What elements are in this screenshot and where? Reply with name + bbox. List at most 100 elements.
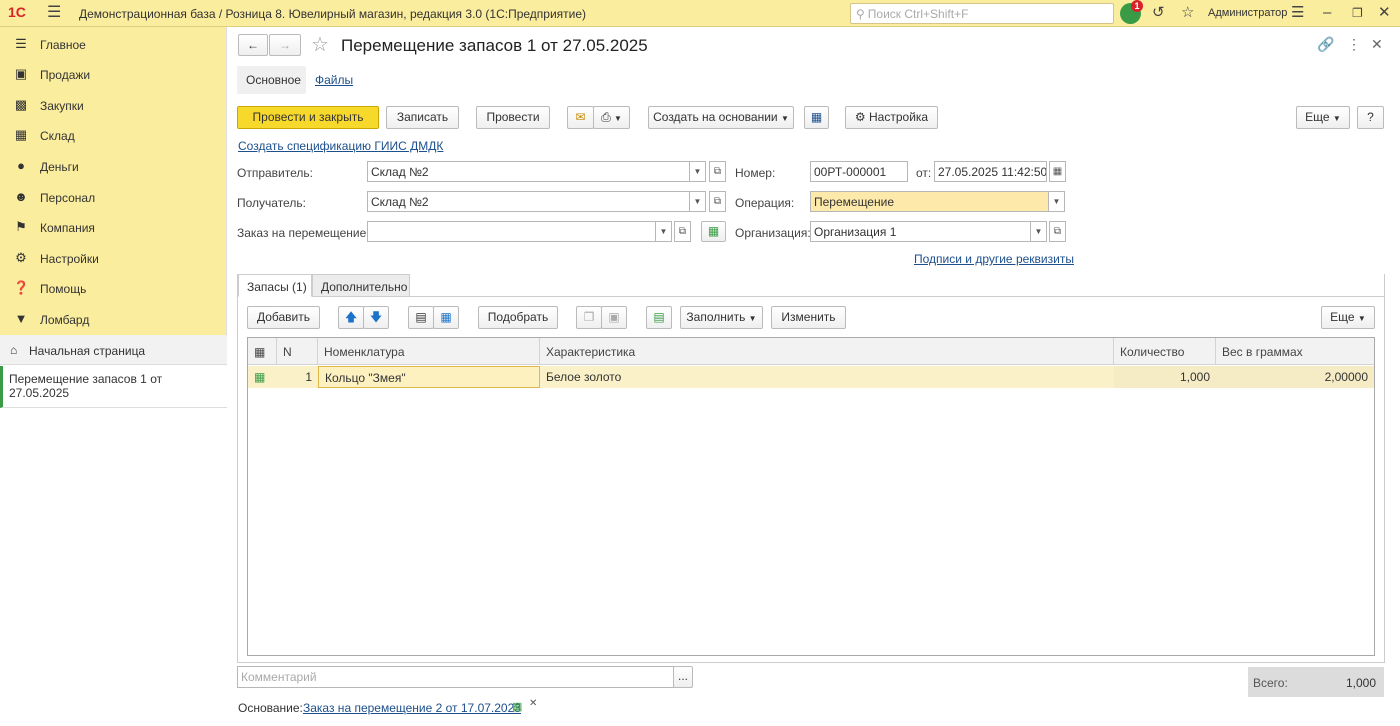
email-button[interactable]: ✉ [567, 106, 594, 129]
table-fill-icon-button[interactable]: ▤ [646, 306, 672, 329]
help-button[interactable]: ? [1357, 106, 1384, 129]
fill-button[interactable]: Заполнить ▼ [680, 306, 763, 329]
tab-inventory[interactable]: Запасы (1) [238, 274, 312, 297]
structure-button[interactable]: ▦ [804, 106, 829, 129]
sidebar-item-pawnshop[interactable]: ▼ Ломбард [0, 304, 227, 334]
comment-expand-button[interactable]: ... [673, 666, 693, 688]
sidebar-item-money[interactable]: ● Деньги [0, 151, 227, 181]
sidebar-item-settings[interactable]: ⚙ Настройки [0, 243, 227, 273]
column-header-characteristic[interactable]: Характеристика [540, 338, 1114, 365]
settings-label: Настройка [869, 110, 929, 124]
move-up-button[interactable]: 🡅 [338, 306, 364, 329]
tab-main[interactable]: Основное [237, 66, 306, 94]
sender-field[interactable]: Склад №2 [367, 161, 690, 182]
save-button[interactable]: Записать [386, 106, 459, 129]
tab-additional[interactable]: Дополнительно [312, 274, 410, 297]
sidebar-item-label: Настройки [40, 252, 99, 266]
copy-rows-button[interactable]: ❐ [576, 306, 602, 329]
table-more-label: Еще [1330, 310, 1355, 324]
organization-dropdown[interactable]: ▼ [1030, 221, 1047, 242]
app-logo: 1С [8, 4, 26, 20]
post-button[interactable]: Провести [476, 106, 550, 129]
number-field[interactable]: 00РТ-000001 [810, 161, 908, 182]
sidebar-item-purchases[interactable]: ▩ Закупки [0, 90, 227, 120]
main-menu-icon[interactable]: ☰ [47, 5, 61, 21]
operation-label: Операция: [735, 196, 795, 210]
search-input[interactable]: ⚲ Поиск Ctrl+Shift+F [850, 3, 1114, 24]
link-icon[interactable]: 🔗 [1317, 36, 1334, 53]
more-vertical-icon[interactable]: ⋮ [1347, 36, 1361, 53]
order-field[interactable] [367, 221, 656, 242]
organization-open-icon[interactable]: ⧉ [1049, 221, 1066, 242]
tsd-button[interactable]: ▦ [433, 306, 459, 329]
print-button[interactable]: ⎙ ▼ [593, 106, 630, 129]
receiver-dropdown[interactable]: ▼ [689, 191, 706, 212]
pick-button[interactable]: Подобрать [478, 306, 558, 329]
basis-open-icon[interactable]: ▦ [512, 700, 522, 713]
sender-dropdown[interactable]: ▼ [689, 161, 706, 182]
open-document-item[interactable]: Перемещение запасов 1 от 27.05.2025 [0, 366, 227, 408]
tab-files[interactable]: Файлы [315, 73, 353, 87]
fill-by-order-button[interactable]: ▦ [701, 221, 726, 242]
total-value: 1,000 [1345, 676, 1376, 690]
add-row-button[interactable]: Добавить [247, 306, 320, 329]
back-button[interactable]: ← [238, 34, 268, 56]
column-header-item[interactable]: Номенклатура [318, 338, 540, 365]
date-field[interactable]: 27.05.2025 11:42:50 [934, 161, 1047, 182]
row-qty-cell[interactable]: 1,000 [1114, 366, 1216, 388]
minimize-icon[interactable]: – [1323, 5, 1331, 21]
sidebar-item-warehouse[interactable]: ▦ Склад [0, 120, 227, 150]
home-page-item[interactable]: ⌂ Начальная страница [0, 335, 227, 365]
order-dropdown[interactable]: ▼ [655, 221, 672, 242]
operation-field[interactable]: Перемещение [810, 191, 1049, 212]
sidebar-item-main[interactable]: ☰ Главное [0, 29, 227, 59]
row-weight-cell[interactable]: 2,00000 [1216, 366, 1374, 388]
number-label: Номер: [735, 166, 776, 180]
create-based-on-button[interactable]: Создать на основании ▼ [648, 106, 794, 129]
user-name[interactable]: Администратор [1208, 7, 1287, 19]
total-label: Всего: [1253, 676, 1288, 690]
close-icon[interactable]: ✕ [1378, 5, 1391, 21]
sidebar-item-sales[interactable]: ▣ Продажи [0, 59, 227, 89]
receiver-open-icon[interactable]: ⧉ [709, 191, 726, 212]
operation-dropdown[interactable]: ▼ [1048, 191, 1065, 212]
restore-icon[interactable]: ❐ [1352, 5, 1363, 21]
order-open-icon[interactable]: ⧉ [674, 221, 691, 242]
organization-field[interactable]: Организация 1 [810, 221, 1031, 242]
basis-link[interactable]: Заказ на перемещение 2 от 17.07.2023 [303, 701, 521, 715]
post-and-close-button[interactable]: Провести и закрыть [237, 106, 379, 129]
change-button[interactable]: Изменить [771, 306, 846, 329]
close-document-icon[interactable]: ✕ [1371, 36, 1383, 53]
column-header-weight[interactable]: Вес в граммах [1216, 338, 1374, 365]
settings-menu-icon[interactable]: ☰ [1291, 5, 1304, 21]
basis-clear-icon[interactable]: ✕ [529, 698, 537, 709]
calendar-icon[interactable]: ▦ [1049, 161, 1066, 182]
barcode-button[interactable]: ▤ [408, 306, 434, 329]
receiver-field[interactable]: Склад №2 [367, 191, 690, 212]
sender-open-icon[interactable]: ⧉ [709, 161, 726, 182]
sidebar-item-label: Ломбард [40, 313, 90, 327]
sidebar-item-help[interactable]: ❓ Помощь [0, 273, 227, 303]
row-characteristic-cell[interactable]: Белое золото [540, 366, 1114, 388]
favorites-star-icon[interactable]: ☆ [1181, 5, 1194, 21]
favorite-star-icon[interactable]: ☆ [311, 32, 329, 57]
forward-button[interactable]: → [269, 34, 301, 56]
basis-label: Основание: [238, 701, 303, 715]
envelope-icon: ✉ [575, 110, 586, 124]
column-header-qty[interactable]: Количество [1114, 338, 1216, 365]
create-spec-link[interactable]: Создать спецификацию ГИИС ДМДК [238, 139, 443, 153]
settings-button[interactable]: ⚙ Настройка [845, 106, 938, 129]
move-down-button[interactable]: 🡇 [363, 306, 389, 329]
notifications-icon[interactable]: 1 [1120, 0, 1143, 24]
sidebar-item-staff[interactable]: ☻ Персонал [0, 182, 227, 212]
sidebar-item-company[interactable]: ⚑ Компания [0, 212, 227, 242]
history-icon[interactable]: ↺ [1152, 5, 1165, 21]
column-header-icon[interactable]: ▦ [248, 338, 277, 365]
comment-input[interactable]: Комментарий [237, 666, 674, 688]
more-button[interactable]: Еще ▼ [1296, 106, 1350, 129]
paste-rows-button[interactable]: ▣ [601, 306, 627, 329]
signatures-link[interactable]: Подписи и другие реквизиты [914, 252, 1074, 266]
column-header-n[interactable]: N [277, 338, 318, 365]
table-more-button[interactable]: Еще ▼ [1321, 306, 1375, 329]
row-item-cell[interactable]: Кольцо "Змея" [318, 366, 540, 388]
